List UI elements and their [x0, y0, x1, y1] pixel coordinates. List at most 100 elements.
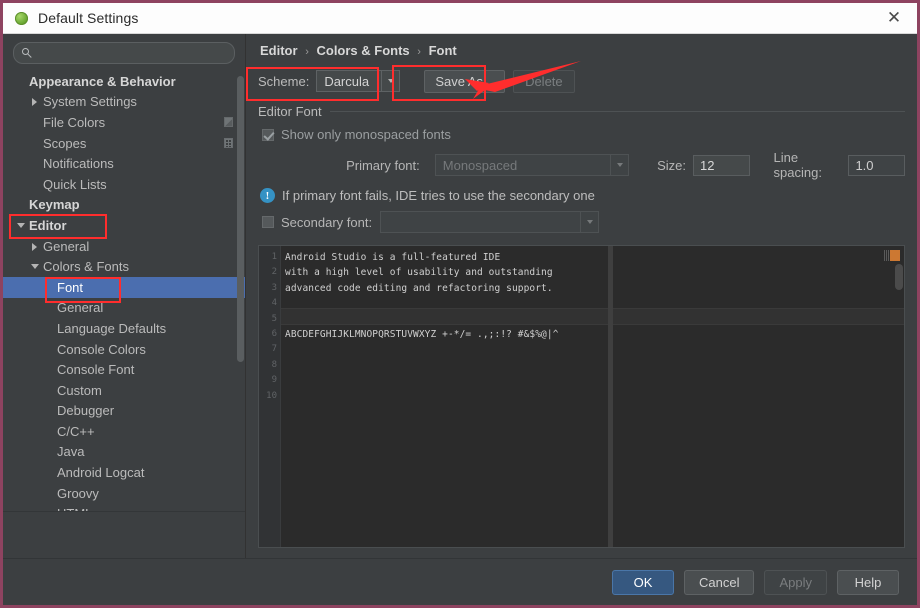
sidebar-item-console-font[interactable]: Console Font [3, 359, 245, 380]
chevron-down-icon[interactable] [31, 262, 40, 271]
title-bar: Default Settings ✕ [3, 3, 917, 34]
monospaced-checkbox-label: Show only monospaced fonts [281, 127, 451, 142]
preview-error-marker[interactable] [890, 250, 900, 261]
line-number: 9 [259, 373, 280, 388]
sidebar-item-language-defaults[interactable]: Language Defaults [3, 318, 245, 339]
tree-spacer [45, 447, 54, 456]
search-container [3, 34, 245, 68]
sidebar-scrollbar[interactable] [237, 68, 244, 542]
preview-code-line [281, 373, 904, 388]
preview-code-line: with a high level of usability and outst… [281, 265, 904, 280]
sidebar-item-label: C/C++ [57, 424, 95, 439]
preview-right-margin-line [608, 246, 613, 547]
search-input[interactable] [38, 45, 226, 61]
search-box[interactable] [13, 42, 235, 64]
breadcrumb-separator-1: › [305, 46, 309, 58]
tree-spacer [31, 159, 40, 168]
preview-scrollbar-thumb[interactable] [895, 264, 903, 290]
chevron-down-icon[interactable] [17, 221, 26, 230]
editor-font-group-label: Editor Font [258, 104, 322, 119]
tree-spacer [17, 200, 26, 209]
sidebar-item-android-logcat[interactable]: Android Logcat [3, 462, 245, 483]
sidebar-item-label: Quick Lists [43, 177, 107, 192]
breadcrumb-separator-2: › [417, 46, 421, 58]
sidebar-item-console-colors[interactable]: Console Colors [3, 339, 245, 360]
secondary-font-row: Secondary font: [262, 211, 905, 233]
font-size-input[interactable]: 12 [693, 155, 750, 176]
secondary-font-checkbox[interactable] [262, 216, 274, 228]
scheme-label: Scheme: [258, 74, 309, 89]
monospaced-checkbox[interactable] [262, 129, 274, 141]
line-spacing-input[interactable]: 1.0 [848, 155, 905, 176]
cancel-button[interactable]: Cancel [684, 570, 754, 595]
sidebar-item-colors-fonts[interactable]: Colors & Fonts [3, 256, 245, 277]
tree-spacer [45, 427, 54, 436]
sidebar-item-c-c[interactable]: C/C++ [3, 421, 245, 442]
sidebar-item-keymap[interactable]: Keymap [3, 195, 245, 216]
sidebar-item-quick-lists[interactable]: Quick Lists [3, 174, 245, 195]
monospaced-checkbox-row[interactable]: Show only monospaced fonts [262, 127, 905, 142]
sidebar-item-custom[interactable]: Custom [3, 380, 245, 401]
chevron-down-icon [610, 155, 628, 175]
tree-spacer [45, 324, 54, 333]
chevron-right-icon[interactable] [31, 97, 40, 106]
sidebar-item-editor[interactable]: Editor [3, 215, 245, 236]
secondary-font-label: Secondary font: [281, 215, 372, 230]
scheme-dropdown[interactable]: Darcula [316, 70, 400, 92]
sidebar-item-scopes[interactable]: Scopes [3, 133, 245, 154]
sidebar-item-general[interactable]: General [3, 236, 245, 257]
sidebar-item-general[interactable]: General [3, 298, 245, 319]
android-studio-icon [15, 12, 28, 25]
sidebar-item-appearance-behavior[interactable]: Appearance & Behavior [3, 71, 245, 92]
tree-spacer [45, 345, 54, 354]
save-as-button[interactable]: Save As... [424, 70, 505, 93]
close-icon[interactable]: ✕ [871, 3, 917, 32]
help-button[interactable]: Help [837, 570, 899, 595]
preview-code-line [281, 342, 904, 357]
font-preview-pane[interactable]: 12345678910 Android Studio is a full-fea… [258, 245, 905, 548]
sidebar-item-groovy[interactable]: Groovy [3, 483, 245, 504]
preview-code-line [281, 358, 904, 373]
primary-font-value: Monospaced [436, 158, 610, 173]
sidebar-item-label: Appearance & Behavior [29, 74, 176, 89]
sidebar-bottom-area [3, 511, 245, 558]
preview-code-line: advanced code editing and refactoring su… [281, 281, 904, 296]
preview-code-line [281, 389, 904, 404]
breadcrumb-part-font[interactable]: Font [429, 43, 457, 58]
sidebar-scrollbar-thumb[interactable] [237, 76, 244, 362]
ok-button[interactable]: OK [612, 570, 674, 595]
preview-code-area[interactable]: Android Studio is a full-featured IDEwit… [281, 246, 904, 547]
settings-main-panel: Editor › Colors & Fonts › Font Scheme: D… [246, 34, 917, 558]
sidebar-item-label: Groovy [57, 486, 99, 501]
tree-spacer [31, 118, 40, 127]
sidebar-item-label: Keymap [29, 197, 80, 212]
sidebar-item-notifications[interactable]: Notifications [3, 153, 245, 174]
primary-font-dropdown[interactable]: Monospaced [435, 154, 629, 176]
sidebar-item-label: General [57, 300, 103, 315]
sidebar-item-system-settings[interactable]: System Settings [3, 92, 245, 113]
line-number: 3 [259, 281, 280, 296]
settings-sidebar: Appearance & Behavior System Settings File… [3, 34, 246, 558]
window-title: Default Settings [38, 10, 138, 26]
sidebar-item-debugger[interactable]: Debugger [3, 401, 245, 422]
line-number: 2 [259, 265, 280, 280]
line-number: 1 [259, 250, 280, 265]
sidebar-item-file-colors[interactable]: File Colors [3, 112, 245, 133]
sidebar-item-java[interactable]: Java [3, 442, 245, 463]
secondary-font-dropdown[interactable] [380, 211, 599, 233]
tree-spacer [45, 283, 54, 292]
sidebar-item-font[interactable]: Font [3, 277, 245, 298]
line-number: 8 [259, 358, 280, 373]
chevron-right-icon[interactable] [31, 242, 40, 251]
pages-icon [224, 117, 233, 127]
sidebar-item-label: System Settings [43, 94, 137, 109]
chevron-down-icon [381, 71, 399, 91]
breadcrumb-part-colors-fonts[interactable]: Colors & Fonts [316, 43, 409, 58]
breadcrumb-part-editor[interactable]: Editor [260, 43, 298, 58]
tree-spacer [45, 365, 54, 374]
secondary-font-note-text: If primary font fails, IDE tries to use … [282, 188, 595, 203]
sidebar-item-label: Scopes [43, 136, 86, 151]
tree-spacer [45, 406, 54, 415]
preview-code-line: ABCDEFGHIJKLMNOPQRSTUVWXYZ +-*/= .,;:!? … [281, 327, 904, 342]
sidebar-item-label: Java [57, 444, 84, 459]
